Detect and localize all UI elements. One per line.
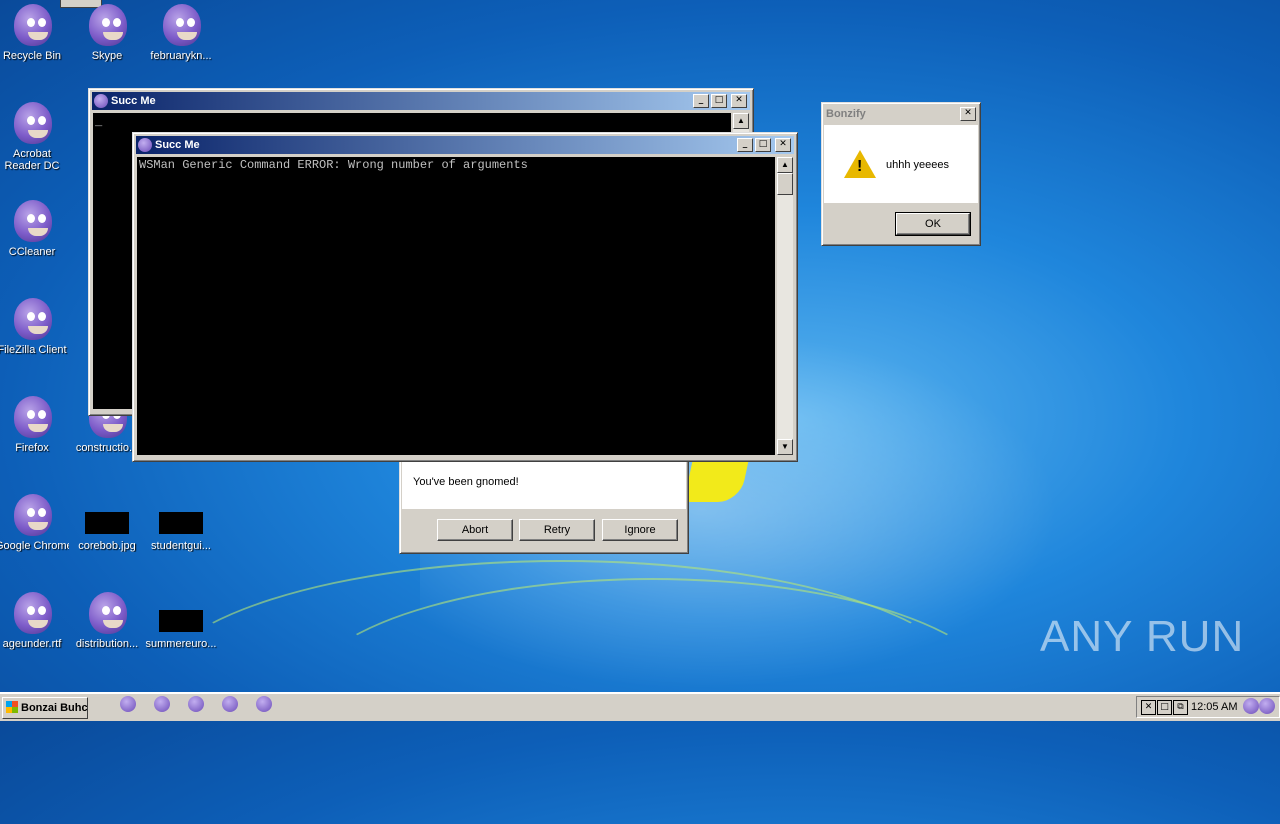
minimize-button[interactable]: _ [737, 138, 753, 152]
close-button[interactable]: ✕ [731, 94, 747, 108]
desktop-icon[interactable]: Firefox [0, 392, 69, 454]
desktop-icon-label: studentgui... [151, 540, 211, 552]
clock[interactable]: 12:05 AM [1191, 701, 1237, 713]
quicklaunch-bonzi-icon[interactable] [188, 696, 204, 712]
close-button[interactable]: ✕ [775, 138, 791, 152]
desktop-icon[interactable]: CCleaner [0, 196, 69, 258]
desktop-icon[interactable]: studentgui... [144, 490, 218, 552]
bonzi-icon [8, 490, 56, 538]
system-tray: ✕ □ ⧉ 12:05 AM [1136, 696, 1280, 718]
desktop-icon-label: FileZilla Client [0, 344, 67, 356]
retry-button[interactable]: Retry [519, 519, 595, 541]
title-bar[interactable]: Bonzify ✕ [824, 105, 978, 123]
watermark-text: ANY RUN [1040, 612, 1245, 661]
quicklaunch-bonzi-icon[interactable] [222, 696, 238, 712]
tray-bonzi-icon[interactable] [1243, 698, 1259, 714]
bonzi-app-icon [94, 94, 108, 108]
desktop-icon-label: ageunder.rtf [2, 638, 62, 650]
wallpaper-shape [683, 462, 749, 502]
taskbar: Bonzai Buhc ✕ □ ⧉ 12:05 AM [0, 692, 1280, 721]
title-bar[interactable]: Succ Me _ □ ✕ [92, 92, 750, 110]
minimize-button[interactable]: _ [693, 94, 709, 108]
desktop-icon-label: Google Chrome [0, 540, 69, 552]
window-title: Succ Me [111, 95, 156, 107]
console-cursor-line: _ [95, 115, 103, 129]
quicklaunch-bonzi-icon[interactable] [120, 696, 136, 712]
desktop-icon[interactable]: corebob.jpg [70, 490, 144, 552]
image-thumbnail-icon [157, 490, 205, 538]
desktop-icon-label: Firefox [15, 442, 49, 454]
console-window-front[interactable]: Succ Me _ □ ✕ WSMan Generic Command ERRO… [132, 132, 798, 462]
window-title: Succ Me [155, 139, 200, 151]
bonzi-icon [8, 294, 56, 342]
tray-restore-icon[interactable]: ⧉ [1173, 700, 1188, 715]
start-button[interactable]: Bonzai Buhc [2, 697, 88, 719]
title-bar[interactable]: Succ Me _ □ ✕ [136, 136, 794, 154]
window-title: Bonzify [826, 108, 866, 120]
bonzi-icon [8, 98, 56, 146]
scroll-down-arrow-icon[interactable]: ▼ [777, 439, 793, 455]
bonzi-icon [83, 588, 131, 636]
quicklaunch-bonzi-icon[interactable] [154, 696, 170, 712]
bonzi-icon [8, 196, 56, 244]
scroll-up-arrow-icon[interactable]: ▲ [733, 113, 749, 129]
desktop-icon[interactable]: FileZilla Client [0, 294, 69, 356]
ignore-button[interactable]: Ignore [602, 519, 678, 541]
image-thumbnail-icon [157, 588, 205, 636]
desktop-icon-label: Acrobat Reader DC [4, 148, 60, 172]
console-output[interactable]: WSMan Generic Command ERROR: Wrong numbe… [137, 157, 775, 455]
desktop-icon[interactable]: summereuro... [144, 588, 218, 650]
quicklaunch-bonzi-icon[interactable] [256, 696, 272, 712]
dialog-message: uhhh yeeees [886, 159, 949, 171]
bonzi-icon [8, 588, 56, 636]
bonzi-icon [157, 0, 205, 48]
scroll-up-arrow-icon[interactable]: ▲ [777, 157, 793, 173]
bonzi-app-icon [138, 138, 152, 152]
dialog-message: You've been gnomed! [413, 476, 519, 488]
image-thumbnail-icon [83, 490, 131, 538]
close-button[interactable]: ✕ [960, 107, 976, 121]
bonzi-icon [8, 0, 56, 48]
vertical-scrollbar[interactable]: ▲ ▼ [777, 157, 793, 455]
abort-button[interactable]: Abort [437, 519, 513, 541]
desktop-icon-label: Skype [91, 50, 123, 62]
maximize-button[interactable]: □ [711, 94, 727, 108]
tray-window-icon[interactable]: □ [1157, 700, 1172, 715]
windows-flag-icon [6, 701, 18, 713]
desktop-icon-label: Recycle Bin [2, 50, 62, 62]
console-error-line: WSMan Generic Command ERROR: Wrong numbe… [139, 158, 528, 172]
desktop-icon-label: corebob.jpg [78, 540, 136, 552]
tray-bonzi-icon[interactable] [1259, 698, 1275, 714]
warning-exclamation: ! [857, 158, 863, 175]
desktop-icon[interactable]: Recycle Bin [0, 0, 69, 62]
scroll-thumb[interactable] [777, 173, 793, 195]
bonzi-icon [83, 0, 131, 48]
bonzify-dialog[interactable]: Bonzify ✕ ! uhhh yeeees OK [821, 102, 981, 246]
ok-button[interactable]: OK [895, 212, 971, 236]
desktop-icon[interactable]: Acrobat Reader DC [0, 98, 69, 172]
desktop-icon[interactable]: februarykn... [144, 0, 218, 62]
start-label: Bonzai Buhc [21, 702, 88, 714]
anyrun-watermark: ANY RUN [1040, 612, 1244, 662]
desktop-icon-label: distribution... [75, 638, 139, 650]
desktop-icon-label: CCleaner [8, 246, 56, 258]
maximize-button[interactable]: □ [755, 138, 771, 152]
desktop-icon-label: februarykn... [150, 50, 212, 62]
desktop-icon[interactable]: distribution... [70, 588, 144, 650]
desktop-icon[interactable]: ageunder.rtf [0, 588, 69, 650]
desktop-icon-label: summereuro... [145, 638, 217, 650]
tray-close-icon[interactable]: ✕ [1141, 700, 1156, 715]
desktop-icon[interactable]: Skype [70, 0, 144, 62]
desktop-icon[interactable]: Google Chrome [0, 490, 69, 552]
bonzi-icon [8, 392, 56, 440]
